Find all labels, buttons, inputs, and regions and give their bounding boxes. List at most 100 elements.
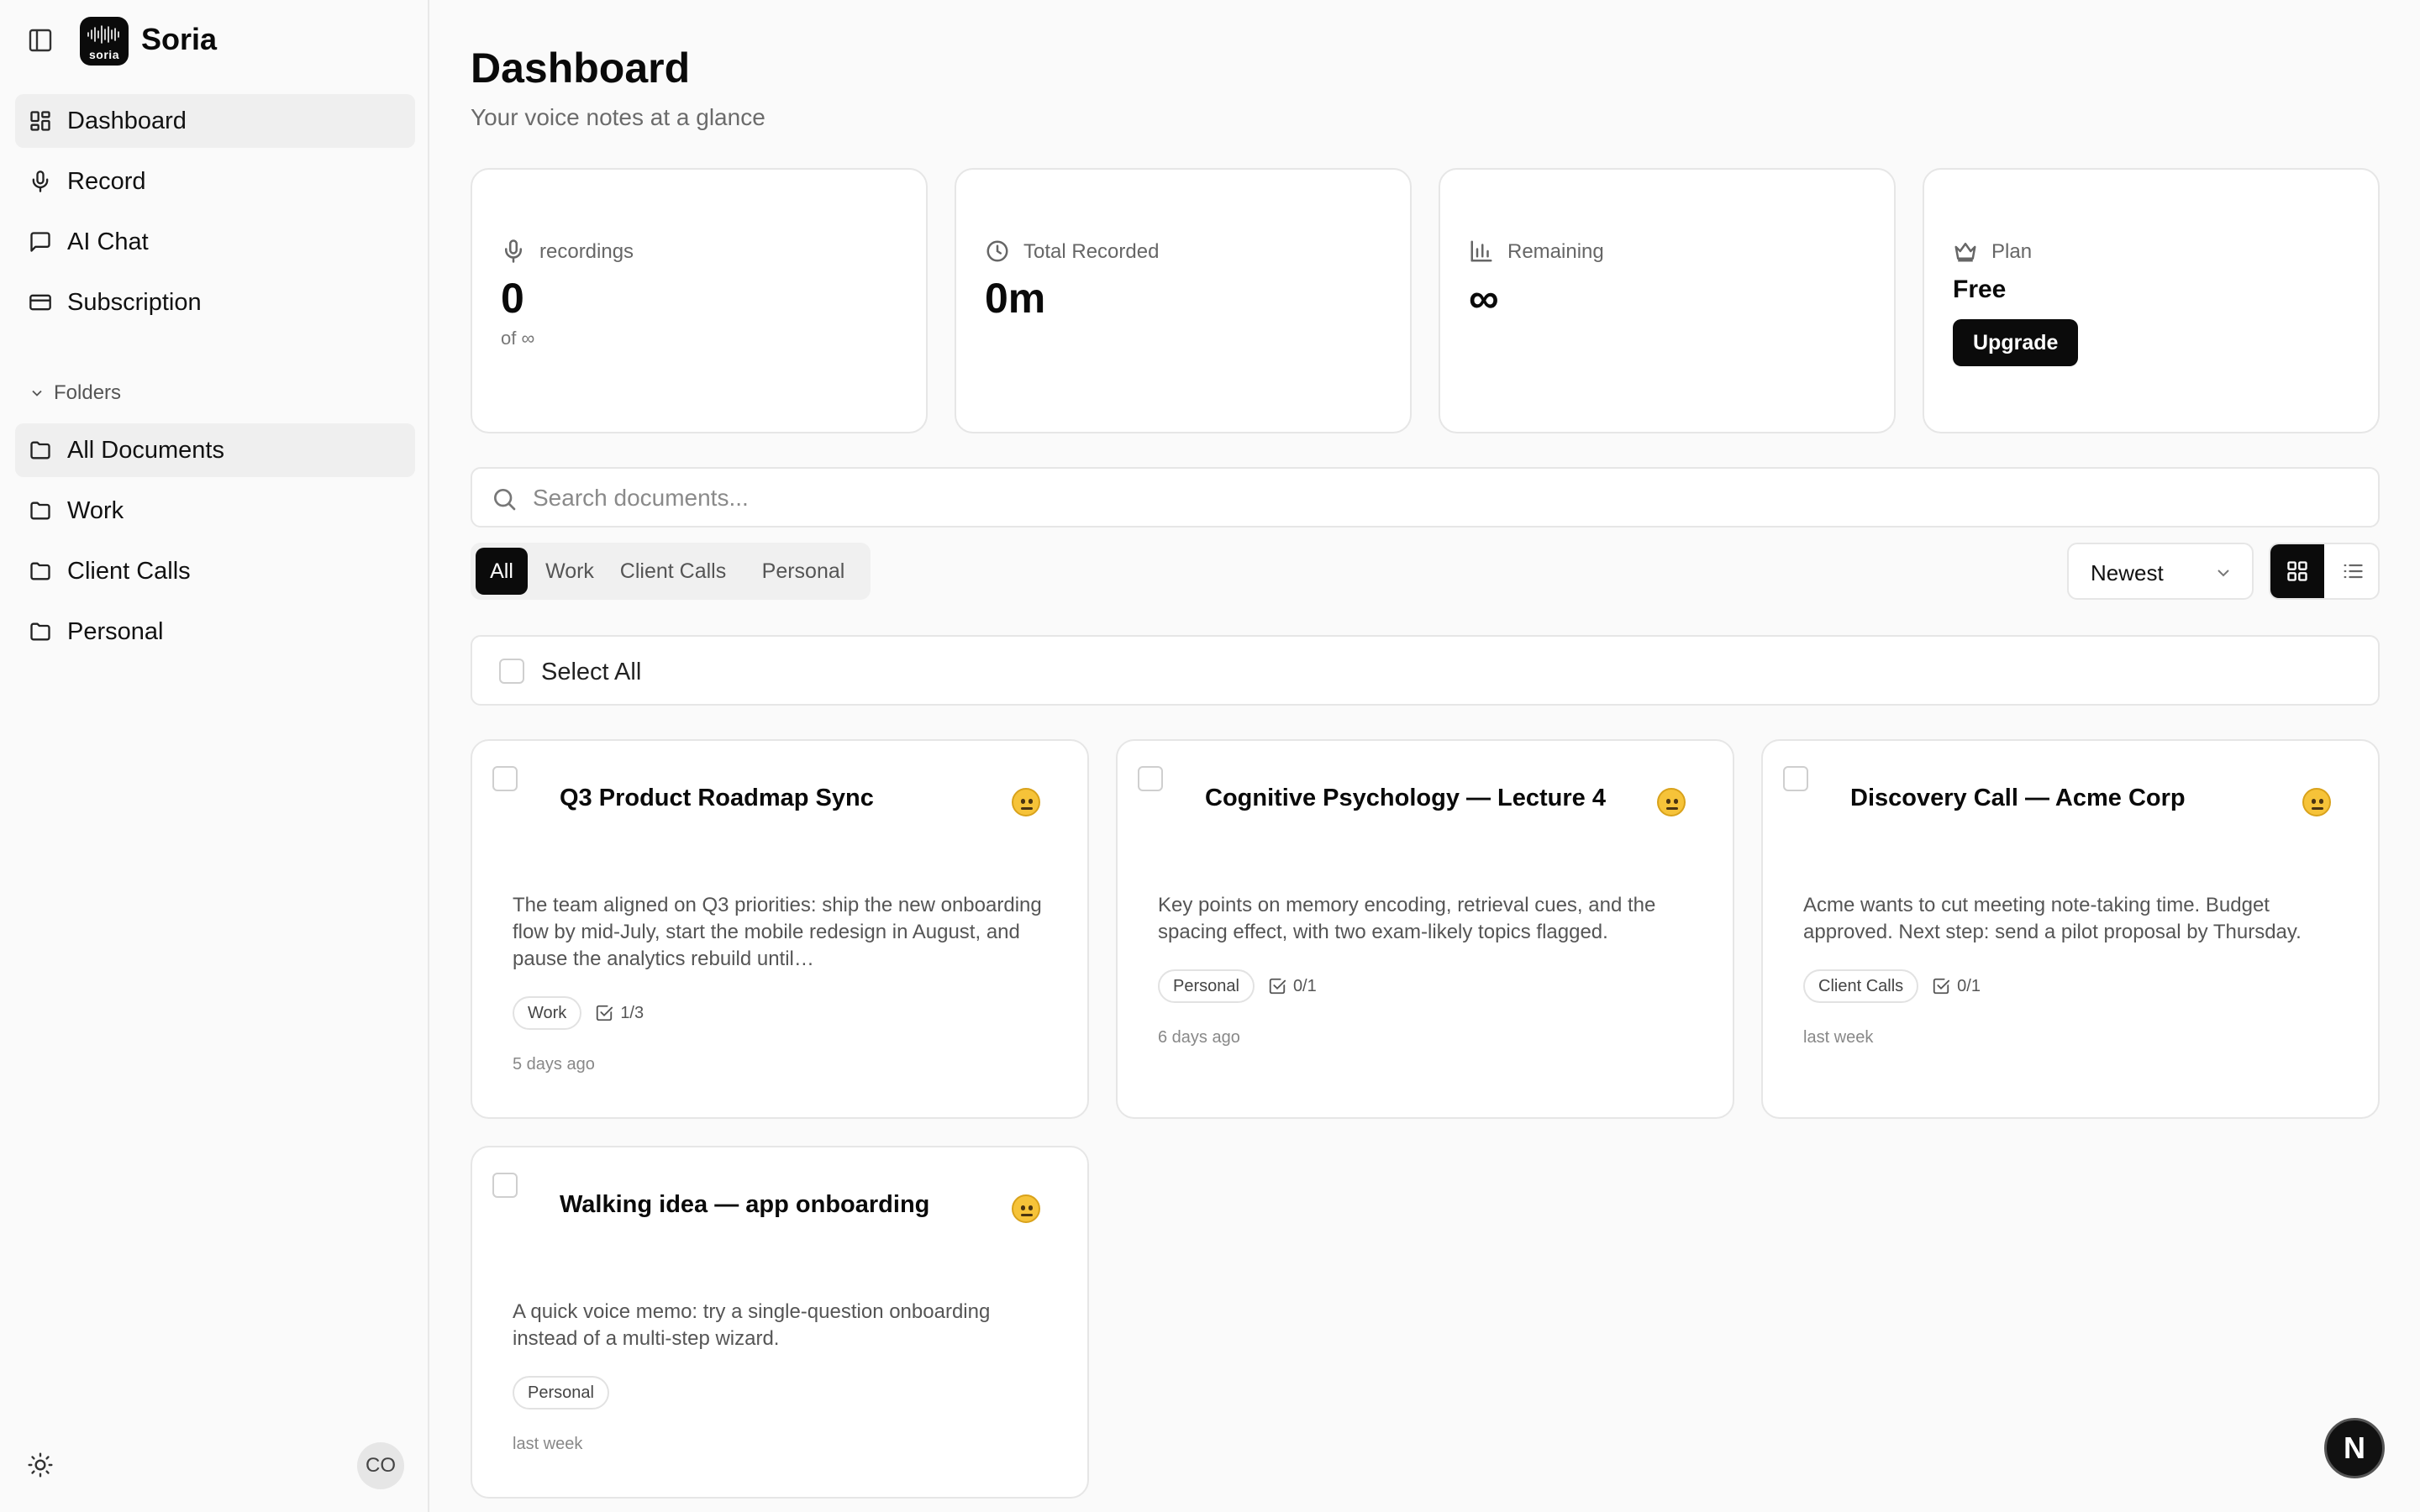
neutral-face-emoji-icon <box>1012 1194 1040 1223</box>
folder-tag: Work <box>513 996 582 1030</box>
folder-item-client-calls[interactable]: Client Calls <box>15 544 415 598</box>
document-checkbox[interactable] <box>1783 766 1808 791</box>
task-count: 0/1 <box>1268 977 1317 996</box>
list-view-icon[interactable] <box>2326 544 2378 598</box>
page-title: Dashboard <box>471 45 691 92</box>
crown-icon <box>1953 239 1978 264</box>
upgrade-button[interactable]: Upgrade <box>1953 319 2079 366</box>
sort-selected: Newest <box>2091 560 2164 585</box>
folder-icon <box>29 499 52 522</box>
checkbox-icon <box>597 1005 613 1021</box>
folder-item-label: Personal <box>67 617 164 645</box>
stat-value: 0m <box>985 275 1046 322</box>
stat-card-remaining: Remaining ∞ <box>1439 168 1896 433</box>
stat-label: recordings <box>539 240 634 263</box>
stat-label: Remaining <box>1507 240 1604 263</box>
document-title: Q3 Product Roadmap Sync <box>560 785 874 811</box>
layout-dashboard-icon <box>29 109 52 133</box>
select-all-bar: Select All <box>471 635 2380 706</box>
document-card[interactable]: Q3 Product Roadmap Sync The team aligned… <box>471 739 1089 1119</box>
logo-text: soria <box>89 48 119 61</box>
nav-item-subscription[interactable]: Subscription <box>15 276 415 329</box>
sun-icon[interactable] <box>27 1452 54 1478</box>
neutral-face-emoji-icon <box>1012 788 1040 816</box>
tab-work[interactable]: Work <box>534 548 605 595</box>
search-bar <box>471 467 2380 528</box>
folder-tag: Personal <box>513 1376 609 1410</box>
nav-item-record[interactable]: Record <box>15 155 415 208</box>
document-card[interactable]: Walking idea — app onboarding A quick vo… <box>471 1146 1089 1499</box>
document-checkbox[interactable] <box>1138 766 1163 791</box>
stat-card-plan: Plan Free Upgrade <box>1923 168 2380 433</box>
grid-view-icon[interactable] <box>2270 544 2324 598</box>
sort-select[interactable]: Newest <box>2067 543 2254 600</box>
folders-toggle[interactable]: Folders <box>29 381 121 405</box>
avatar[interactable]: CO <box>357 1442 404 1489</box>
folder-tag: Client Calls <box>1803 969 1919 1003</box>
task-count: 1/3 <box>595 1004 644 1023</box>
document-time: 6 days ago <box>1158 1028 1240 1047</box>
page-subtitle: Your voice notes at a glance <box>471 104 765 130</box>
nav-item-ai-chat[interactable]: AI Chat <box>15 215 415 269</box>
document-title: Cognitive Psychology — Lecture 4 <box>1205 785 1606 811</box>
nav-item-label: Subscription <box>67 288 202 316</box>
microphone-icon <box>29 170 52 193</box>
filter-tabs: All Work Client Calls Personal <box>471 543 871 600</box>
search-input[interactable] <box>533 479 2339 517</box>
sidebar: soria Soria Dashboard Record AI Chat Sub… <box>0 0 429 1512</box>
view-toggle <box>2269 543 2380 600</box>
document-summary: A quick voice memo: try a single-questio… <box>513 1300 991 1350</box>
neutral-face-emoji-icon <box>1657 788 1686 816</box>
stat-sub: of ∞ <box>501 328 535 349</box>
document-checkbox[interactable] <box>492 766 518 791</box>
stat-card-total-recorded: Total Recorded 0m <box>955 168 1412 433</box>
document-summary: Acme wants to cut meeting note-taking ti… <box>1803 894 2302 943</box>
document-checkbox[interactable] <box>492 1173 518 1198</box>
neutral-face-emoji-icon <box>2302 788 2331 816</box>
document-title: Walking idea — app onboarding <box>560 1191 930 1218</box>
document-card[interactable]: Discovery Call — Acme Corp Acme wants to… <box>1761 739 2380 1119</box>
chevron-down-icon <box>2213 563 2233 583</box>
document-title: Discovery Call — Acme Corp <box>1850 785 2186 811</box>
tab-personal[interactable]: Personal <box>741 548 865 595</box>
document-summary: Key points on memory encoding, retrieval… <box>1158 894 1656 943</box>
select-all-label: Select All <box>541 659 642 685</box>
document-meta: Personal 0/1 <box>1158 969 1317 1003</box>
document-meta: Client Calls 0/1 <box>1803 969 1981 1003</box>
document-summary: The team aligned on Q3 priorities: ship … <box>513 894 1042 970</box>
task-count-value: 0/1 <box>1292 976 1317 995</box>
microphone-icon <box>501 239 526 264</box>
document-meta: Personal <box>513 1376 609 1410</box>
nav-item-dashboard[interactable]: Dashboard <box>15 94 415 148</box>
task-count: 0/1 <box>1932 977 1981 996</box>
document-time: last week <box>1803 1028 1874 1047</box>
folders-heading: Folders <box>54 381 122 404</box>
document-meta: Work 1/3 <box>513 996 644 1030</box>
nav-item-label: Record <box>67 167 146 195</box>
folder-item-all-documents[interactable]: All Documents <box>15 423 415 477</box>
folder-tag: Personal <box>1158 969 1255 1003</box>
task-count-value: 1/3 <box>620 1003 644 1022</box>
folder-item-personal[interactable]: Personal <box>15 605 415 659</box>
plan-value: Free <box>1953 276 2007 303</box>
app-name: Soria <box>141 22 218 56</box>
folder-item-work[interactable]: Work <box>15 484 415 538</box>
document-time: 5 days ago <box>513 1055 595 1074</box>
stat-value: 0 <box>501 275 524 322</box>
folder-item-label: All Documents <box>67 436 224 464</box>
task-count-value: 0/1 <box>1957 976 1981 995</box>
dev-tools-badge[interactable]: N <box>2324 1418 2385 1478</box>
tab-all[interactable]: All <box>476 548 528 595</box>
message-square-icon <box>29 230 52 254</box>
sidebar-toggle-icon[interactable] <box>27 27 54 54</box>
select-all-checkbox[interactable] <box>499 659 524 684</box>
nav-item-label: Dashboard <box>67 107 187 134</box>
app-logo: soria <box>80 17 129 66</box>
clock-icon <box>985 239 1010 264</box>
document-card[interactable]: Cognitive Psychology — Lecture 4 Key poi… <box>1116 739 1734 1119</box>
bar-chart-icon <box>1469 239 1494 264</box>
folder-item-label: Work <box>67 496 124 524</box>
nav-item-label: AI Chat <box>67 228 149 255</box>
document-time: last week <box>513 1435 583 1453</box>
tab-client-calls[interactable]: Client Calls <box>612 548 734 595</box>
